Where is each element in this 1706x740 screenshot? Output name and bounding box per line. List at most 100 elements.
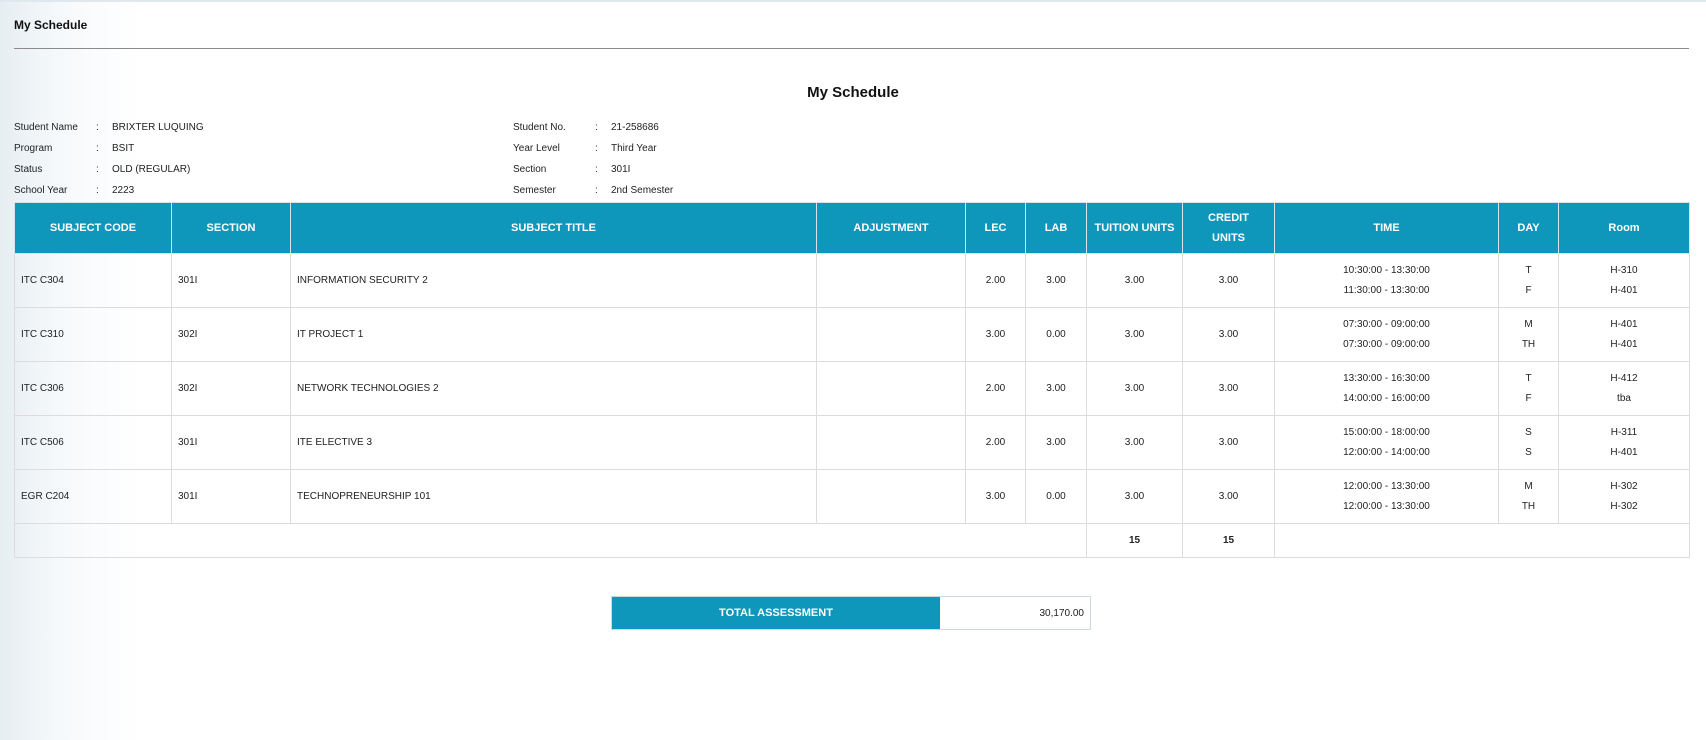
cell-adjustment	[816, 307, 966, 362]
room-slot: H-302	[1610, 500, 1638, 512]
cell-room: H-310 H-401	[1558, 253, 1690, 308]
cell-section: 302I	[171, 307, 291, 362]
time-slot: 07:30:00 - 09:00:00	[1343, 338, 1430, 350]
info-label: Section	[513, 164, 547, 175]
cell-time: 13:30:00 - 16:30:00 14:00:00 - 16:00:00	[1274, 361, 1499, 416]
header-lec: LEC	[965, 202, 1026, 254]
header-subject-code: SUBJECT CODE	[14, 202, 172, 254]
total-tuition-units: 15	[1086, 523, 1183, 558]
info-value: 301I	[611, 164, 631, 175]
cell-subject-code: ITC C506	[14, 415, 172, 470]
cell-section: 301I	[171, 415, 291, 470]
cell-day: M TH	[1498, 469, 1559, 524]
day-slot: F	[1525, 392, 1532, 404]
info-separator: :	[96, 122, 99, 133]
header-section: SECTION	[171, 202, 291, 254]
room-slot: H-310	[1610, 264, 1638, 276]
schedule-table: SUBJECT CODE SECTION SUBJECT TITLE ADJUS…	[14, 202, 1690, 558]
cell-room: H-302 H-302	[1558, 469, 1690, 524]
info-separator: :	[96, 143, 99, 154]
cell-credit-units: 3.00	[1182, 415, 1275, 470]
totals-spacer	[14, 523, 1087, 558]
cell-tuition-units: 3.00	[1086, 361, 1183, 416]
header-divider	[14, 48, 1689, 49]
cell-lab: 3.00	[1025, 361, 1087, 416]
header-adjustment: ADJUSTMENT	[816, 202, 966, 254]
time-slot: 07:30:00 - 09:00:00	[1343, 318, 1430, 330]
cell-section: 302I	[171, 361, 291, 416]
info-label: Semester	[513, 185, 556, 196]
cell-adjustment	[816, 469, 966, 524]
cell-subject-title: IT PROJECT 1	[290, 307, 817, 362]
info-separator: :	[595, 164, 598, 175]
cell-day: T F	[1498, 361, 1559, 416]
time-slot: 10:30:00 - 13:30:00	[1343, 264, 1430, 276]
cell-lec: 2.00	[965, 253, 1026, 308]
info-separator: :	[595, 143, 598, 154]
schedule-page: My Schedule My Schedule Student Name : B…	[0, 0, 1706, 740]
header-lab: LAB	[1025, 202, 1087, 254]
cell-lec: 2.00	[965, 361, 1026, 416]
table-row: ITC C306 302I NETWORK TECHNOLOGIES 2 2.0…	[14, 361, 1690, 416]
info-label: School Year	[14, 185, 68, 196]
header-subject-title: SUBJECT TITLE	[290, 202, 817, 254]
info-label: Student Name	[14, 122, 78, 133]
table-header-row: SUBJECT CODE SECTION SUBJECT TITLE ADJUS…	[14, 202, 1690, 254]
cell-subject-title: TECHNOPRENEURSHIP 101	[290, 469, 817, 524]
table-row: ITC C506 301I ITE ELECTIVE 3 2.00 3.00 3…	[14, 415, 1690, 470]
cell-credit-units: 3.00	[1182, 253, 1275, 308]
cell-lab: 0.00	[1025, 469, 1087, 524]
room-slot: tba	[1617, 392, 1631, 404]
day-slot: T	[1525, 264, 1532, 276]
cell-lab: 3.00	[1025, 253, 1087, 308]
room-slot: H-401	[1610, 338, 1638, 350]
total-assessment-label: TOTAL ASSESSMENT	[612, 597, 940, 629]
cell-adjustment	[816, 253, 966, 308]
info-separator: :	[96, 164, 99, 175]
cell-day: T F	[1498, 253, 1559, 308]
room-slot: H-302	[1610, 480, 1638, 492]
cell-day: S S	[1498, 415, 1559, 470]
day-slot: S	[1525, 446, 1532, 458]
cell-subject-code: ITC C306	[14, 361, 172, 416]
total-assessment-amount: 30,170.00	[1039, 607, 1085, 619]
time-slot: 12:00:00 - 14:00:00	[1343, 446, 1430, 458]
cell-tuition-units: 3.00	[1086, 415, 1183, 470]
cell-lab: 0.00	[1025, 307, 1087, 362]
day-slot: S	[1525, 426, 1532, 438]
info-value: 2nd Semester	[611, 185, 674, 196]
info-label: Year Level	[513, 143, 560, 154]
time-slot: 15:00:00 - 18:00:00	[1343, 426, 1430, 438]
totals-spacer-right	[1274, 523, 1690, 558]
time-slot: 13:30:00 - 16:30:00	[1343, 372, 1430, 384]
header-time: TIME	[1274, 202, 1499, 254]
cell-tuition-units: 3.00	[1086, 253, 1183, 308]
room-slot: H-401	[1610, 446, 1638, 458]
info-value: BSIT	[112, 143, 135, 154]
cell-lec: 2.00	[965, 415, 1026, 470]
table-row: ITC C310 302I IT PROJECT 1 3.00 0.00 3.0…	[14, 307, 1690, 362]
day-slot: M	[1524, 480, 1533, 492]
time-slot: 12:00:00 - 13:30:00	[1343, 500, 1430, 512]
info-value: Third Year	[611, 143, 657, 154]
cell-section: 301I	[171, 469, 291, 524]
totals-row: 15 15	[14, 523, 1690, 558]
cell-tuition-units: 3.00	[1086, 307, 1183, 362]
info-separator: :	[595, 122, 598, 133]
day-slot: T	[1525, 372, 1532, 384]
room-slot: H-311	[1610, 426, 1638, 438]
header-credit-line1: CREDIT	[1208, 212, 1249, 224]
cell-time: 15:00:00 - 18:00:00 12:00:00 - 14:00:00	[1274, 415, 1499, 470]
cell-credit-units: 3.00	[1182, 361, 1275, 416]
cell-subject-code: ITC C310	[14, 307, 172, 362]
room-slot: H-401	[1610, 318, 1638, 330]
cell-subject-code: EGR C204	[14, 469, 172, 524]
cell-room: H-401 H-401	[1558, 307, 1690, 362]
info-value: BRIXTER LUQUING	[112, 122, 204, 133]
day-slot: TH	[1521, 338, 1536, 350]
time-slot: 14:00:00 - 16:00:00	[1343, 392, 1430, 404]
info-separator: :	[595, 185, 598, 196]
schedule-title: My Schedule	[807, 84, 899, 101]
header-credit-line2: UNITS	[1212, 232, 1245, 244]
cell-subject-title: ITE ELECTIVE 3	[290, 415, 817, 470]
